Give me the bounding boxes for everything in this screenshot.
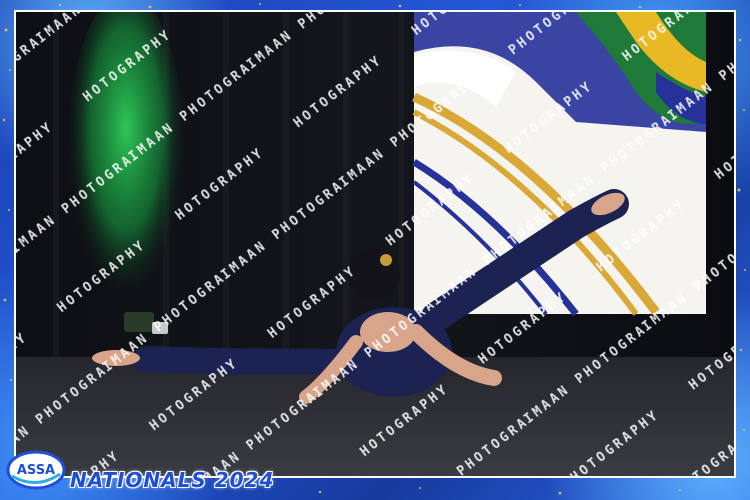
assa-logo: ASSA [6,450,66,490]
dance-photo: IMAAN PHOTOGRAPHY IMAAN PHOTOGRAPHY [14,10,736,478]
photo-frame: IMAAN PHOTOGRAPHY IMAAN PHOTOGRAPHY ASSA… [0,0,750,500]
event-banner [412,12,706,317]
event-title: NATIONALS 2024 [70,468,275,492]
svg-text:ASSA: ASSA [17,463,55,478]
stage-scene [16,12,734,476]
